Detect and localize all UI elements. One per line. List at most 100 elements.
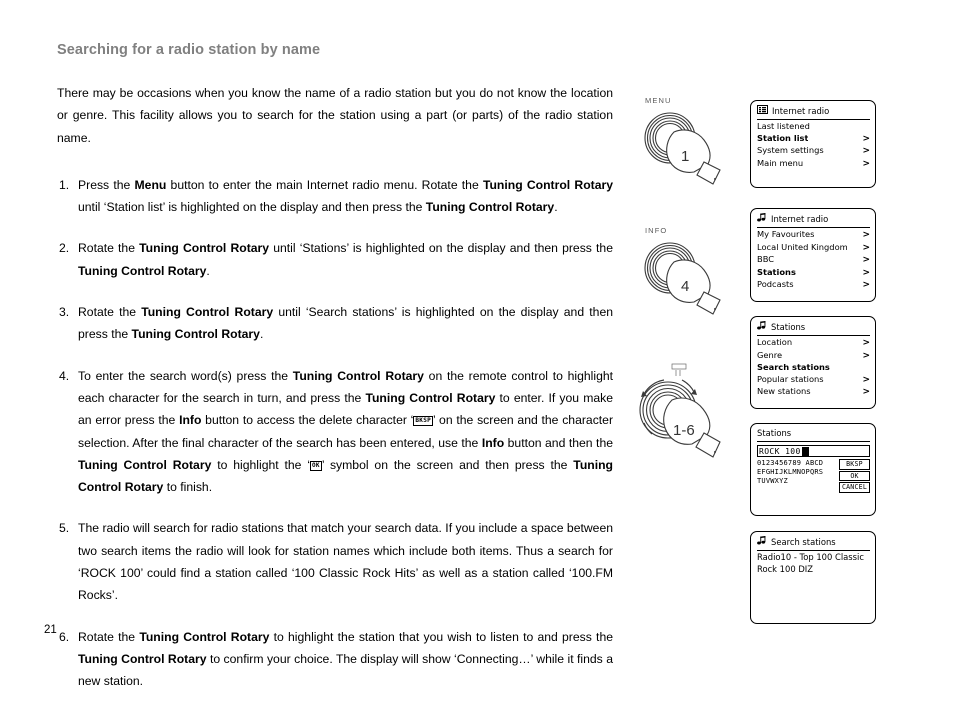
- step-text: .: [554, 200, 558, 215]
- illustration-step-number: 1: [681, 148, 690, 165]
- page-number: 21: [44, 624, 57, 636]
- emphasis-text: Tuning Control Rotary: [78, 263, 207, 278]
- panel-title: Internet radio: [772, 105, 830, 116]
- entry-panel-title: Stations: [757, 428, 870, 443]
- menu-item-label: Location: [757, 337, 793, 348]
- character-map[interactable]: 0123456789 ABCD EFGHIJKLMNOPQRS TUVWXYZ: [757, 459, 837, 485]
- entry-buttons-group: BKSP OK CANCEL: [838, 459, 870, 493]
- panel-header: Stations: [757, 321, 870, 337]
- menu-item-bbc[interactable]: BBC >: [757, 254, 870, 266]
- step-text: Rotate the: [78, 629, 140, 644]
- chevron-right-icon: >: [862, 158, 870, 169]
- panel-header: Internet radio: [757, 213, 870, 229]
- panel-title: Internet radio: [771, 213, 829, 224]
- result-line[interactable]: Radio10 - Top 100 Classic: [757, 552, 870, 563]
- step-text: The radio will search for radio stations…: [78, 521, 613, 603]
- text-cursor: [801, 446, 809, 456]
- menu-item-local-united-kingdom[interactable]: Local United Kingdom >: [757, 242, 870, 254]
- menu-item-label: Genre: [757, 349, 783, 360]
- menu-item-my-favourites[interactable]: My Favourites >: [757, 229, 870, 241]
- list-icon: [757, 105, 768, 117]
- page-title: Searching for a radio station by name: [57, 42, 321, 58]
- cancel-button[interactable]: CANCEL: [838, 482, 870, 493]
- chevron-right-icon: >: [862, 267, 870, 278]
- chevron-right-icon: >: [862, 133, 870, 144]
- step-number: 1.: [59, 177, 70, 192]
- knob-label-info: INFO: [645, 226, 668, 235]
- menu-item-label: BBC: [757, 254, 775, 265]
- knob-label-menu: MENU: [645, 96, 672, 105]
- menu-item-label: Local United Kingdom: [757, 241, 848, 252]
- menu-item-label: Popular stations: [757, 373, 824, 384]
- step-number: 6.: [59, 629, 70, 644]
- menu-item-stations[interactable]: Stations >: [757, 267, 870, 279]
- search-text-value: ROCK 100: [759, 446, 801, 456]
- panel-title: Stations: [771, 321, 806, 332]
- result-line[interactable]: Rock 100 DIZ: [757, 564, 870, 575]
- menu-item-label: Stations: [757, 266, 796, 277]
- menu-item-label: Last listened: [757, 121, 810, 132]
- chevron-right-icon: >: [862, 255, 870, 266]
- display-panel-stations-menu: Stations Location > Genre > Search stations Po…: [750, 316, 876, 409]
- display-panel-station-list: Internet radio My Favourites > Local United…: [750, 208, 876, 302]
- menu-item-search-stations[interactable]: Search stations: [757, 362, 870, 373]
- step-text: until ‘Stations’ is highlighted on the d…: [269, 241, 613, 256]
- menu-item-label: New stations: [757, 386, 811, 397]
- step-text: button to enter the main Internet radio …: [166, 177, 483, 192]
- step-text: .: [259, 327, 264, 342]
- numbered-step: 6. Rotate the Tuning Control Rotary to hi…: [57, 626, 613, 693]
- numbered-steps-list: 1. Press the Menu button to enter the mai…: [57, 174, 613, 693]
- music-note-icon: [757, 321, 767, 333]
- chevron-right-icon: >: [862, 146, 870, 157]
- menu-item-genre[interactable]: Genre >: [757, 350, 870, 362]
- chevron-right-icon: >: [862, 242, 870, 253]
- emphasis-text: Tuning Control Rotary: [482, 177, 613, 192]
- menu-item-station-list[interactable]: Station list >: [757, 133, 870, 145]
- emphasis-text: Tuning Control Rotary: [292, 368, 424, 383]
- music-note-icon: [757, 213, 767, 225]
- illustration-step-number: 4: [681, 278, 690, 295]
- menu-item-main-menu[interactable]: Main menu >: [757, 158, 870, 170]
- numbered-step: 4. To enter the search word(s) press the …: [57, 365, 613, 499]
- numbered-step: 1. Press the Menu button to enter the mai…: [57, 174, 613, 219]
- emphasis-text: Tuning Control Rotary: [78, 651, 207, 666]
- illustration-step-number: 1-6: [673, 422, 695, 439]
- step-text: to finish.: [163, 480, 213, 495]
- step-text: To enter the search word(s) press the: [78, 368, 293, 383]
- search-text-field[interactable]: ROCK 100: [757, 445, 870, 458]
- chevron-right-icon: >: [862, 230, 870, 241]
- menu-item-label: Podcasts: [757, 279, 794, 290]
- display-panel-internet-radio-menu: Internet radio Last listened Station list >…: [750, 100, 876, 188]
- step-text: to highlight the station that you wish t…: [269, 629, 614, 644]
- menu-item-new-stations[interactable]: New stations >: [757, 386, 870, 398]
- step-text: Rotate the: [78, 241, 140, 256]
- menu-item-last-listened[interactable]: Last listened: [757, 121, 870, 132]
- illustration-rotate-press: 1-6: [624, 360, 739, 470]
- emphasis-text: Tuning Control Rotary: [141, 305, 274, 320]
- menu-item-podcasts[interactable]: Podcasts >: [757, 279, 870, 291]
- menu-item-system-settings[interactable]: System settings >: [757, 145, 870, 157]
- chevron-right-icon: >: [862, 338, 870, 349]
- step-text: button to access the delete character ‘: [201, 413, 414, 428]
- menu-item-popular-stations[interactable]: Popular stations >: [757, 374, 870, 386]
- menu-item-label: System settings: [757, 145, 824, 156]
- result-panel-title: Search stations: [771, 536, 836, 547]
- bksp-button[interactable]: BKSP: [838, 459, 870, 470]
- body-content: There may be occasions when you know the…: [57, 82, 613, 712]
- step-text: Rotate the: [78, 305, 142, 320]
- emphasis-text: Tuning Control Rotary: [365, 390, 496, 405]
- panel-header: Internet radio: [757, 105, 870, 121]
- step-text: button and then the: [504, 435, 614, 450]
- result-panel-header: Search stations: [757, 536, 870, 552]
- chevron-right-icon: >: [862, 350, 870, 361]
- chevron-right-icon: >: [862, 374, 870, 385]
- ok-button[interactable]: OK: [838, 470, 870, 482]
- numbered-step: 3. Rotate the Tuning Control Rotary until…: [57, 301, 613, 346]
- menu-item-label: My Favourites: [757, 229, 815, 240]
- menu-item-location[interactable]: Location >: [757, 337, 870, 349]
- rotary-knob-rotate-hand-icon: [639, 363, 721, 458]
- rotary-knob-hand-icon: [644, 242, 721, 315]
- step-number: 2.: [59, 241, 70, 256]
- emphasis-text: Tuning Control Rotary: [139, 241, 270, 256]
- step-number: 3.: [59, 305, 70, 320]
